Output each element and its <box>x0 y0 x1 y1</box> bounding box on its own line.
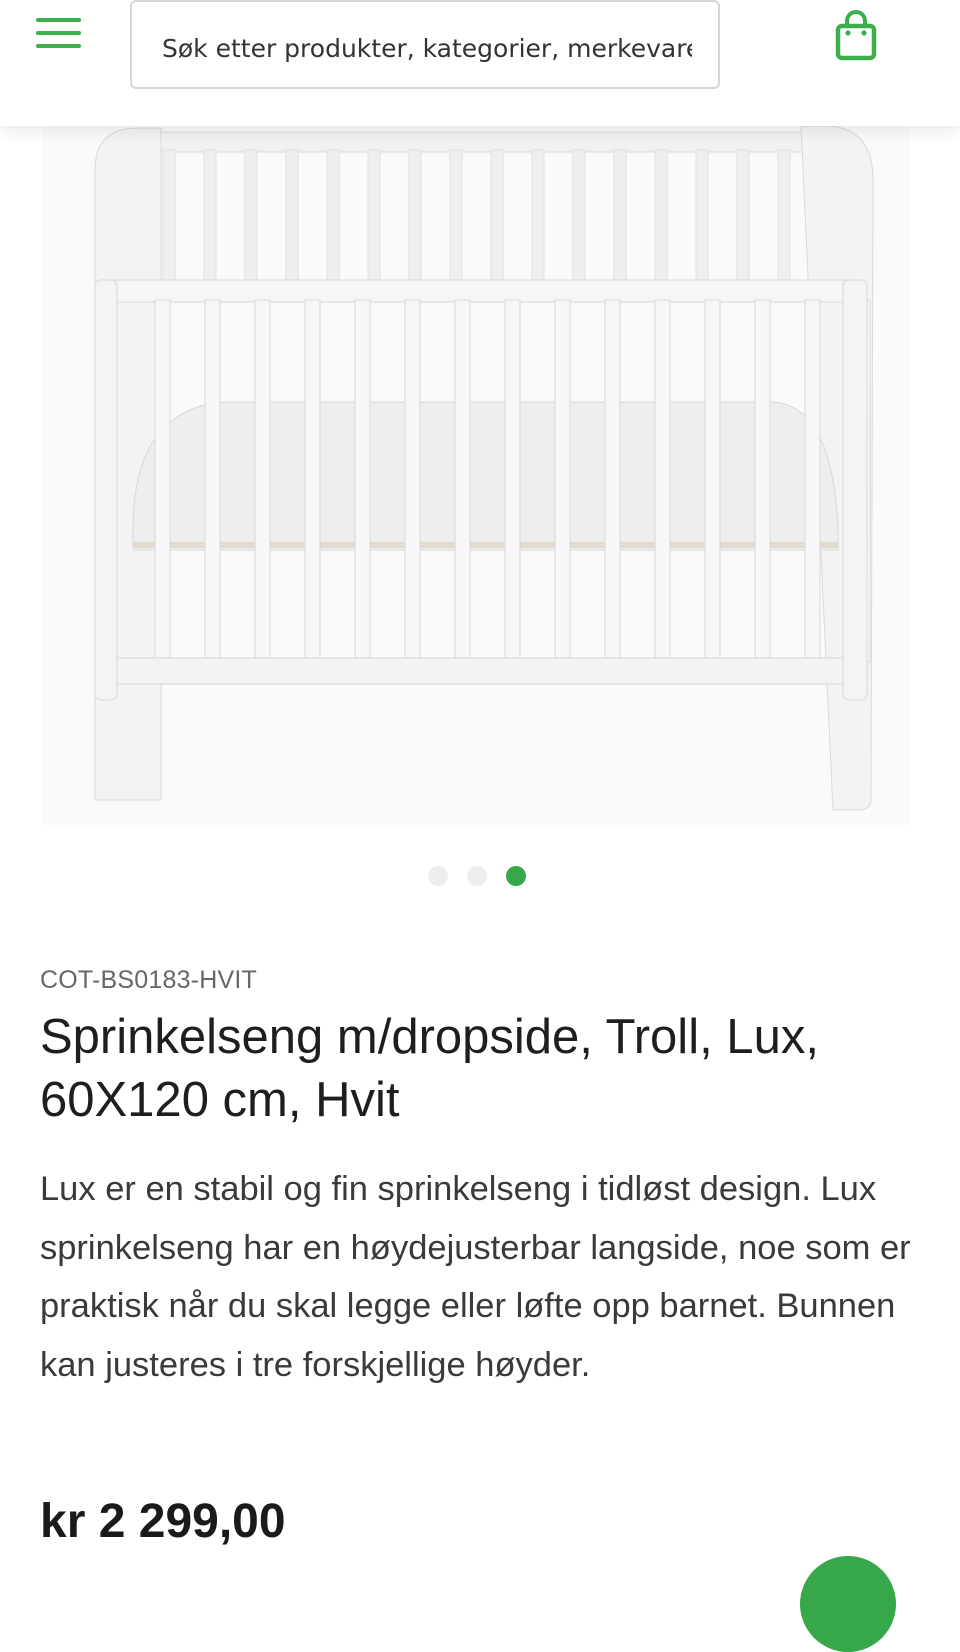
carousel-dot-3-active[interactable] <box>506 866 526 886</box>
search-bar[interactable] <box>130 0 720 89</box>
shopping-bag-icon[interactable] <box>832 10 880 62</box>
product-price: kr 2 299,00 <box>40 1495 286 1548</box>
search-input[interactable] <box>162 28 692 68</box>
top-bar <box>0 0 960 126</box>
hamburger-menu-icon[interactable] <box>36 18 82 52</box>
product-description: Lux er en stabil og fin sprinkelseng i t… <box>40 1170 911 1384</box>
product-title: Sprinkelseng m/dropside, Troll, Lux, 60X… <box>40 1010 819 1127</box>
floating-action-button[interactable] <box>800 1556 896 1652</box>
crib-illustration <box>94 125 874 811</box>
carousel-indicators <box>0 866 960 888</box>
product-image[interactable] <box>43 110 910 825</box>
product-sku: COT-BS0183-HVIT <box>40 966 257 994</box>
carousel-dot-2[interactable] <box>467 866 487 886</box>
carousel-dot-1[interactable] <box>428 866 448 886</box>
